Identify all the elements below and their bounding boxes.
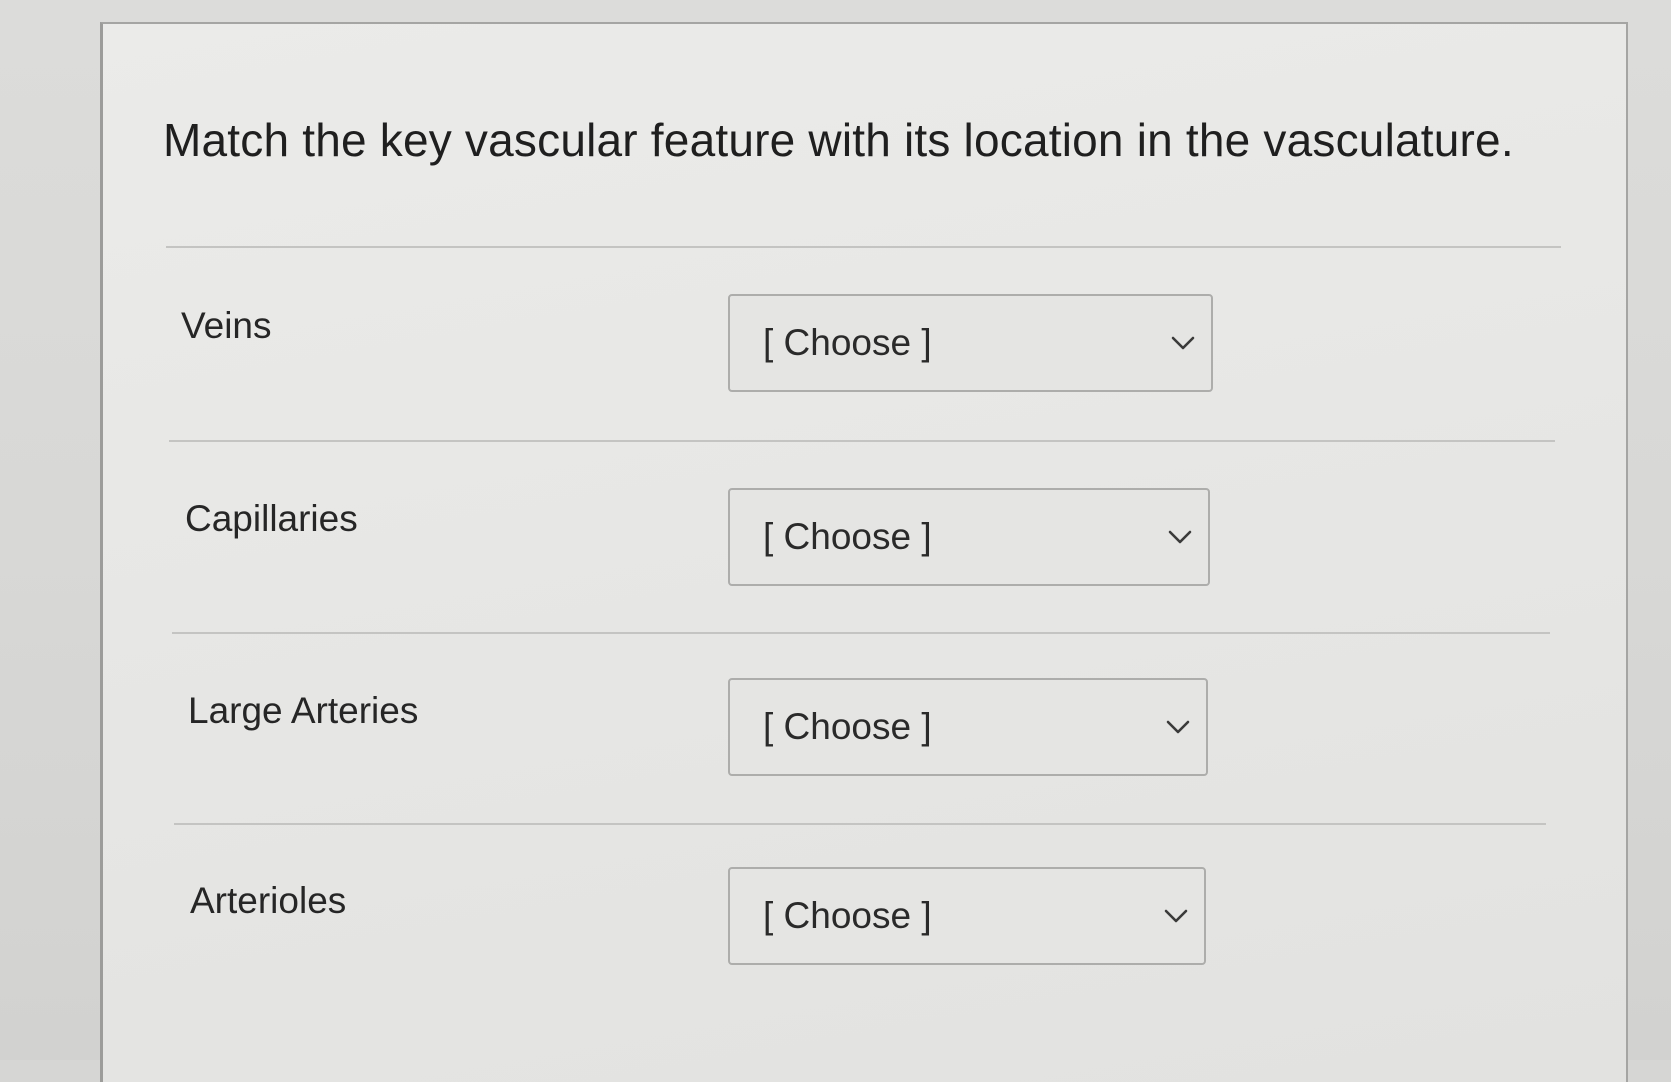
divider <box>166 246 1561 248</box>
select-value: [ Choose ] <box>763 322 932 363</box>
match-label-large-arteries: Large Arteries <box>188 690 419 731</box>
select-value: [ Choose ] <box>763 516 932 557</box>
chevron-down-icon <box>1166 720 1190 734</box>
answer-select-capillaries[interactable]: [ Choose ] <box>728 488 1210 586</box>
answer-select-arterioles[interactable]: [ Choose ] <box>728 867 1206 965</box>
select-value: [ Choose ] <box>763 895 932 936</box>
divider <box>172 632 1550 634</box>
answer-select-large-arteries[interactable]: [ Choose ] <box>728 678 1208 776</box>
chevron-down-icon <box>1164 909 1188 923</box>
chevron-down-icon <box>1168 530 1192 544</box>
divider <box>169 440 1555 442</box>
match-label-veins: Veins <box>181 305 272 346</box>
chevron-down-icon <box>1171 336 1195 350</box>
match-label-capillaries: Capillaries <box>185 498 358 539</box>
match-label-arterioles: Arterioles <box>190 880 347 921</box>
select-value: [ Choose ] <box>763 706 932 747</box>
question-text: Match the key vascular feature with its … <box>163 114 1514 166</box>
divider <box>174 823 1546 825</box>
answer-select-veins[interactable]: [ Choose ] <box>728 294 1213 392</box>
